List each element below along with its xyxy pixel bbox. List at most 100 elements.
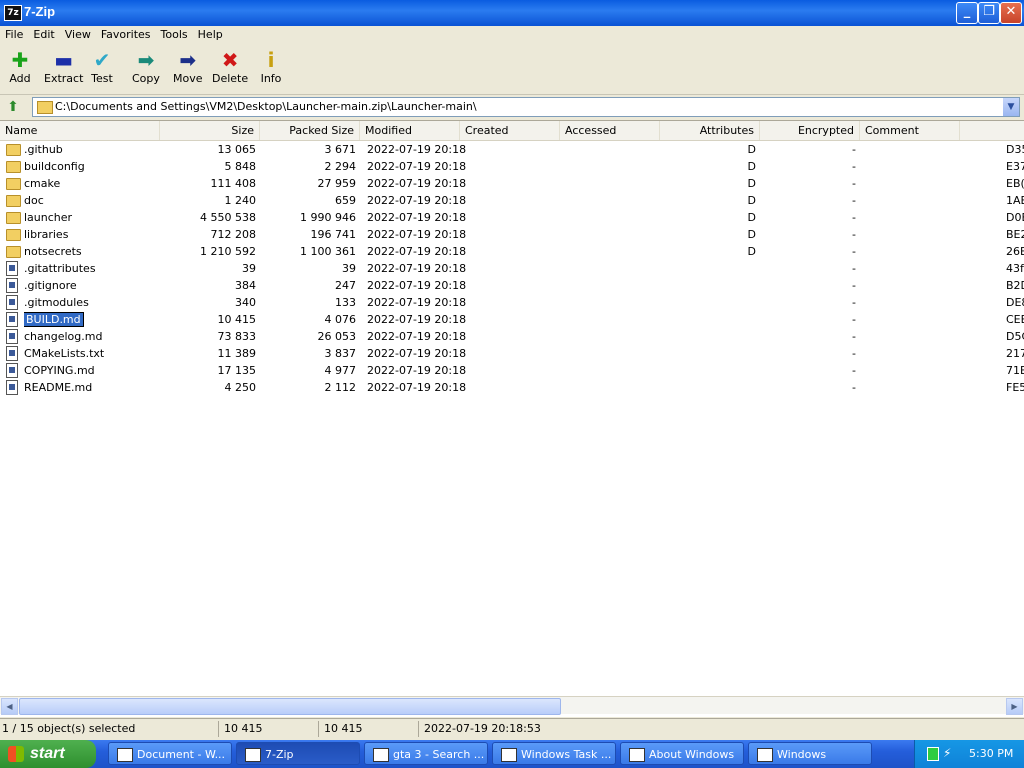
column-size[interactable]: Size — [160, 121, 260, 140]
menu-favorites[interactable]: Favorites — [96, 26, 156, 44]
column-modified[interactable]: Modified — [360, 121, 460, 140]
window-icon — [757, 748, 773, 762]
table-row[interactable]: .gitattributes 39 39 2022-07-19 20:18 - 43f — [0, 260, 1024, 277]
cell-encrypted: - — [852, 347, 856, 360]
table-row[interactable]: COPYING.md 17 135 4 977 2022-07-19 20:18 - 71… — [0, 362, 1024, 379]
table-row[interactable]: doc 1 240 659 2022-07-19 20:18 D - 1AE — [0, 192, 1024, 209]
file-name-text: .github — [24, 143, 63, 156]
menu-edit[interactable]: Edit — [28, 26, 59, 44]
up-folder-icon[interactable]: ⬆ — [4, 98, 22, 116]
menu-file[interactable]: File — [0, 26, 28, 44]
add-plus-icon: ✚ — [11, 48, 29, 72]
taskbar-button-label: 7-Zip — [265, 748, 294, 761]
task-manager-icon — [501, 748, 517, 762]
delete-button[interactable]: ✖ Delete — [212, 48, 248, 85]
folder-icon — [37, 101, 53, 114]
file-name-text: .gitattributes — [24, 262, 96, 275]
taskbar-button[interactable]: 7-Zip — [236, 742, 360, 765]
add-button[interactable]: ✚ Add — [8, 48, 32, 85]
scroll-left-icon[interactable]: ◀ — [1, 698, 18, 715]
toolbar-label: Move — [173, 72, 203, 85]
start-button[interactable]: start — [0, 740, 96, 768]
menu-view[interactable]: View — [60, 26, 96, 44]
network-icon[interactable] — [927, 747, 939, 761]
table-row[interactable]: CMakeLists.txt 11 389 3 837 2022-07-19 20:1… — [0, 345, 1024, 362]
extract-button[interactable]: ▬ Extract — [44, 48, 83, 85]
taskbar-button[interactable]: gta 3 - Search ... — [364, 742, 488, 765]
column-created[interactable]: Created — [460, 121, 560, 140]
title-bar: 7z 7-Zip _ ❐ ✕ — [0, 0, 1024, 26]
column-attributes[interactable]: Attributes — [660, 121, 760, 140]
cell-modified: 2022-07-19 20:18 — [367, 177, 467, 190]
toolbar-label: Copy — [132, 72, 160, 85]
cell-crc: 1AE — [1006, 194, 1024, 207]
cell-encrypted: - — [852, 211, 856, 224]
clock[interactable]: 5:30 PM — [969, 747, 1013, 760]
address-combobox[interactable]: C:\Documents and Settings\VM2\Desktop\La… — [32, 97, 1020, 117]
cell-crc: B2D — [1006, 279, 1024, 292]
copy-button[interactable]: ➡ Copy — [132, 48, 160, 85]
column-accessed[interactable]: Accessed — [560, 121, 660, 140]
folder-icon — [6, 178, 21, 190]
cell-attributes: D — [747, 245, 756, 258]
cell-name: buildconfig — [24, 158, 160, 175]
menu-help[interactable]: Help — [193, 26, 228, 44]
table-row[interactable]: libraries 712 208 196 741 2022-07-19 20:18 D… — [0, 226, 1024, 243]
cell-attributes — [660, 311, 756, 328]
table-row[interactable]: README.md 4 250 2 112 2022-07-19 20:18 - FE5 — [0, 379, 1024, 396]
table-row[interactable]: .github 13 065 3 671 2022-07-19 20:18 D - D35 — [0, 141, 1024, 158]
safely-remove-icon[interactable]: ⚡ — [943, 746, 957, 760]
cell-size: 111 408 — [210, 177, 257, 190]
status-bar: 1 / 15 object(s) selected 10 415 10 415 … — [0, 718, 1024, 739]
file-list: Name Size Packed Size Modified Created Access… — [0, 120, 1024, 717]
7zip-app-icon[interactable]: 7z — [4, 5, 22, 21]
table-row[interactable]: notsecrets 1 210 592 1 100 361 2022-07-19 2… — [0, 243, 1024, 260]
column-comment[interactable]: Comment — [860, 121, 960, 140]
menu-tools[interactable]: Tools — [156, 26, 193, 44]
table-row[interactable]: changelog.md 73 833 26 053 2022-07-19 20:18… — [0, 328, 1024, 345]
cell-attributes: D — [747, 211, 756, 224]
table-row[interactable]: cmake 111 408 27 959 2022-07-19 20:18 D - EB( — [0, 175, 1024, 192]
table-row[interactable]: .gitignore 384 247 2022-07-19 20:18 - B2D — [0, 277, 1024, 294]
column-name[interactable]: Name — [0, 121, 160, 140]
table-row[interactable]: .gitmodules 340 133 2022-07-19 20:18 - DE8 — [0, 294, 1024, 311]
file-icon — [6, 363, 18, 378]
cell-size: 11 389 — [217, 347, 257, 360]
cell-packed-size: 3 671 — [324, 143, 357, 156]
test-button[interactable]: ✔ Test — [90, 48, 114, 85]
taskbar-button[interactable]: About Windows — [620, 742, 744, 765]
file-icon — [6, 278, 18, 293]
close-button[interactable]: ✕ — [1000, 2, 1022, 24]
folder-icon — [6, 246, 21, 258]
horizontal-scrollbar[interactable]: ◀ ▶ — [0, 696, 1024, 715]
cell-attributes — [660, 345, 756, 362]
table-row[interactable]: BUILD.md 10 415 4 076 2022-07-19 20:18 - CEE — [0, 311, 1024, 328]
cell-size: 39 — [242, 262, 256, 275]
chevron-down-icon[interactable]: ▼ — [1003, 98, 1019, 116]
scroll-thumb[interactable] — [19, 698, 561, 715]
cell-modified: 2022-07-19 20:18 — [367, 279, 467, 292]
file-icon — [6, 312, 18, 327]
taskbar-button[interactable]: Document - W... — [108, 742, 232, 765]
cell-attributes: D — [747, 177, 756, 190]
maximize-button[interactable]: ❐ — [978, 2, 1000, 24]
table-row[interactable]: buildconfig 5 848 2 294 2022-07-19 20:18 D - E… — [0, 158, 1024, 175]
column-encrypted[interactable]: Encrypted — [760, 121, 860, 140]
taskbar-button[interactable]: Windows — [748, 742, 872, 765]
file-name-text: notsecrets — [24, 245, 82, 258]
cell-name: COPYING.md — [24, 362, 160, 379]
cell-size: 5 848 — [224, 160, 257, 173]
cell-size: 4 250 — [224, 381, 257, 394]
cell-size: 384 — [235, 279, 256, 292]
column-packed-size[interactable]: Packed Size — [260, 121, 360, 140]
windows-flag-icon — [8, 746, 24, 762]
table-row[interactable]: launcher 4 550 538 1 990 946 2022-07-19 20:… — [0, 209, 1024, 226]
address-path[interactable]: C:\Documents and Settings\VM2\Desktop\La… — [55, 100, 477, 113]
move-button[interactable]: ➡ Move — [173, 48, 203, 85]
info-button[interactable]: i Info — [259, 48, 283, 85]
minimize-button[interactable]: _ — [956, 2, 978, 24]
taskbar-button[interactable]: Windows Task ... — [492, 742, 616, 765]
file-icon — [6, 346, 18, 361]
scroll-right-icon[interactable]: ▶ — [1006, 698, 1023, 715]
status-divider — [418, 721, 419, 737]
